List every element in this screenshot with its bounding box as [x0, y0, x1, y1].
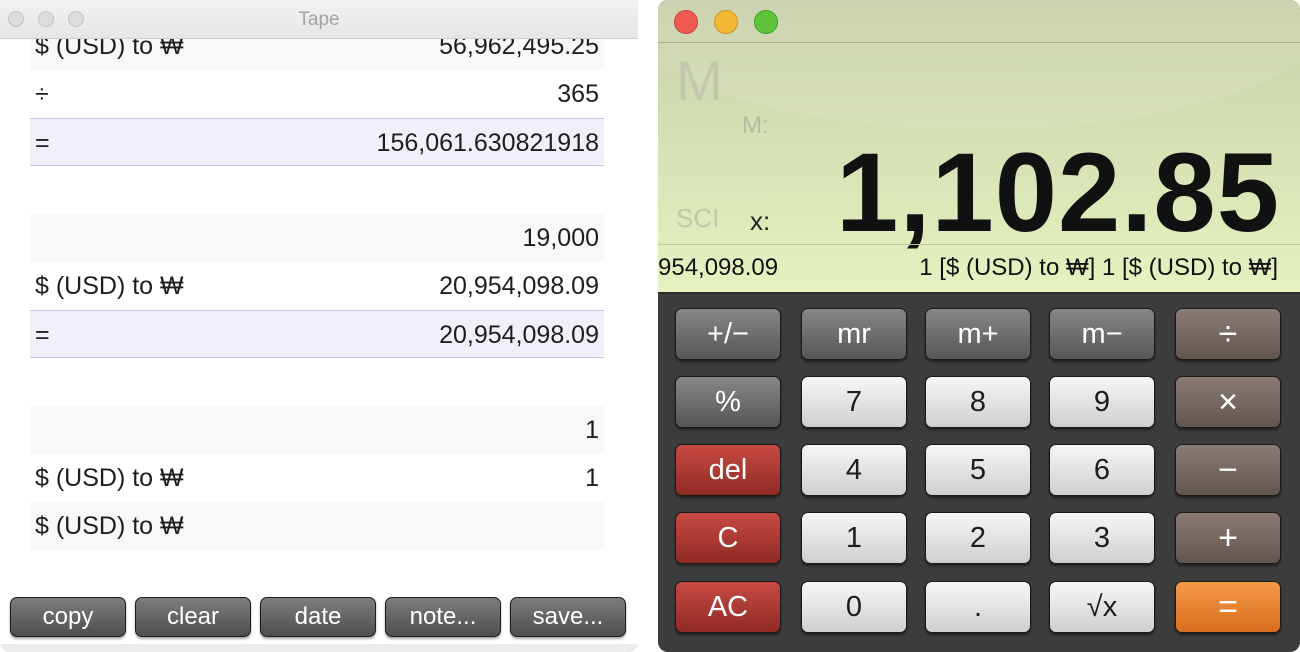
digit-3-key[interactable]: 3 [1049, 512, 1155, 564]
memory-subtract-key[interactable]: m− [1049, 308, 1155, 360]
tape-row: $ (USD) to ₩ 20,954,098.09 [30, 262, 604, 310]
tape-row-operation: = [35, 129, 50, 157]
tape-row-value: 365 [557, 80, 599, 108]
sci-mode-label: SCI [676, 203, 720, 233]
keypad: +/− mr m+ m− ÷ % 7 8 9 × del 4 5 6 − C 1… [658, 294, 1300, 652]
tape-row-spacer [30, 166, 604, 214]
tape-row: $ (USD) to ₩ [30, 502, 604, 550]
minimize-window-button[interactable] [714, 10, 738, 34]
equals-key[interactable]: = [1175, 581, 1281, 633]
tape-row-value: 1 [585, 464, 599, 492]
tape-titlebar: Tape [0, 0, 638, 39]
clear-key[interactable]: C [675, 512, 781, 564]
digit-0-key[interactable]: 0 [801, 581, 907, 633]
digit-1-key[interactable]: 1 [801, 512, 907, 564]
multiply-key[interactable]: × [1175, 376, 1281, 428]
note-button[interactable]: note... [385, 597, 501, 637]
square-root-key[interactable]: √x [1049, 581, 1155, 633]
tape-button-bar: copy clear date note... save... [0, 590, 638, 652]
memory-add-key[interactable]: m+ [925, 308, 1031, 360]
subtract-key[interactable]: − [1175, 444, 1281, 496]
tape-result-row: = 20,954,098.09 [30, 310, 604, 358]
calculator-window: M M: SCI x: 1,102.85 954,098.09 1 [$ (US… [658, 0, 1300, 652]
tape-row-spacer [30, 358, 604, 406]
digit-6-key[interactable]: 6 [1049, 444, 1155, 496]
calculator-display: M M: SCI x: 1,102.85 954,098.09 1 [$ (US… [658, 0, 1300, 294]
tape-row: 19,000 [30, 214, 604, 262]
tape-row-operation: $ (USD) to ₩ [35, 512, 184, 540]
tape-row-value: 20,954,098.09 [439, 272, 599, 300]
tape-row-value: 1 [585, 416, 599, 444]
digit-4-key[interactable]: 4 [801, 444, 907, 496]
copy-button[interactable]: copy [10, 597, 126, 637]
tape-row-value: 156,061.630821918 [376, 129, 599, 157]
tape-row-value: 20,954,098.09 [439, 321, 599, 349]
digit-5-key[interactable]: 5 [925, 444, 1031, 496]
tape-row-operation: ÷ [35, 80, 49, 108]
history-operations: 1 [$ (USD) to ₩] 1 [$ (USD) to ₩] [919, 254, 1278, 281]
tape-row: 1 [30, 406, 604, 454]
delete-key[interactable]: del [675, 444, 781, 496]
tape-window-title: Tape [298, 9, 340, 30]
tape-row-operation: $ (USD) to ₩ [35, 464, 184, 492]
memory-recall-key[interactable]: mr [801, 308, 907, 360]
display-value: 1,102.85 [836, 130, 1280, 255]
digit-8-key[interactable]: 8 [925, 376, 1031, 428]
x-register-label: x: [750, 206, 771, 236]
zoom-window-button[interactable] [754, 10, 778, 34]
date-button[interactable]: date [260, 597, 376, 637]
close-window-button[interactable] [674, 10, 698, 34]
tape-row-value: 19,000 [522, 224, 599, 252]
tape-row: $ (USD) to ₩ 1 [30, 454, 604, 502]
tape-result-row: = 156,061.630821918 [30, 118, 604, 166]
titlebar-divider [658, 42, 1300, 43]
tape-row: ÷ 365 [30, 70, 604, 118]
digit-9-key[interactable]: 9 [1049, 376, 1155, 428]
clear-tape-button[interactable]: clear [135, 597, 251, 637]
memory-label: M: [742, 112, 769, 139]
percent-key[interactable]: % [675, 376, 781, 428]
add-key[interactable]: + [1175, 512, 1281, 564]
tape-list: $ (USD) to ₩ 56,962,495.25 ÷ 365 = 156,0… [30, 22, 604, 550]
window-bottom-edge [0, 644, 638, 652]
divide-key[interactable]: ÷ [1175, 308, 1281, 360]
display-divider [658, 244, 1300, 245]
save-button[interactable]: save... [510, 597, 626, 637]
decimal-point-key[interactable]: . [925, 581, 1031, 633]
memory-indicator: M [676, 49, 723, 112]
tape-row-operation: = [35, 321, 50, 349]
history-value: 954,098.09 [658, 254, 779, 281]
tape-row-operation: $ (USD) to ₩ [35, 272, 184, 300]
digit-7-key[interactable]: 7 [801, 376, 907, 428]
digit-2-key[interactable]: 2 [925, 512, 1031, 564]
tape-window: Tape $ (USD) to ₩ 56,962,495.25 ÷ 365 = … [0, 0, 638, 652]
plus-minus-key[interactable]: +/− [675, 308, 781, 360]
all-clear-key[interactable]: AC [675, 581, 781, 633]
